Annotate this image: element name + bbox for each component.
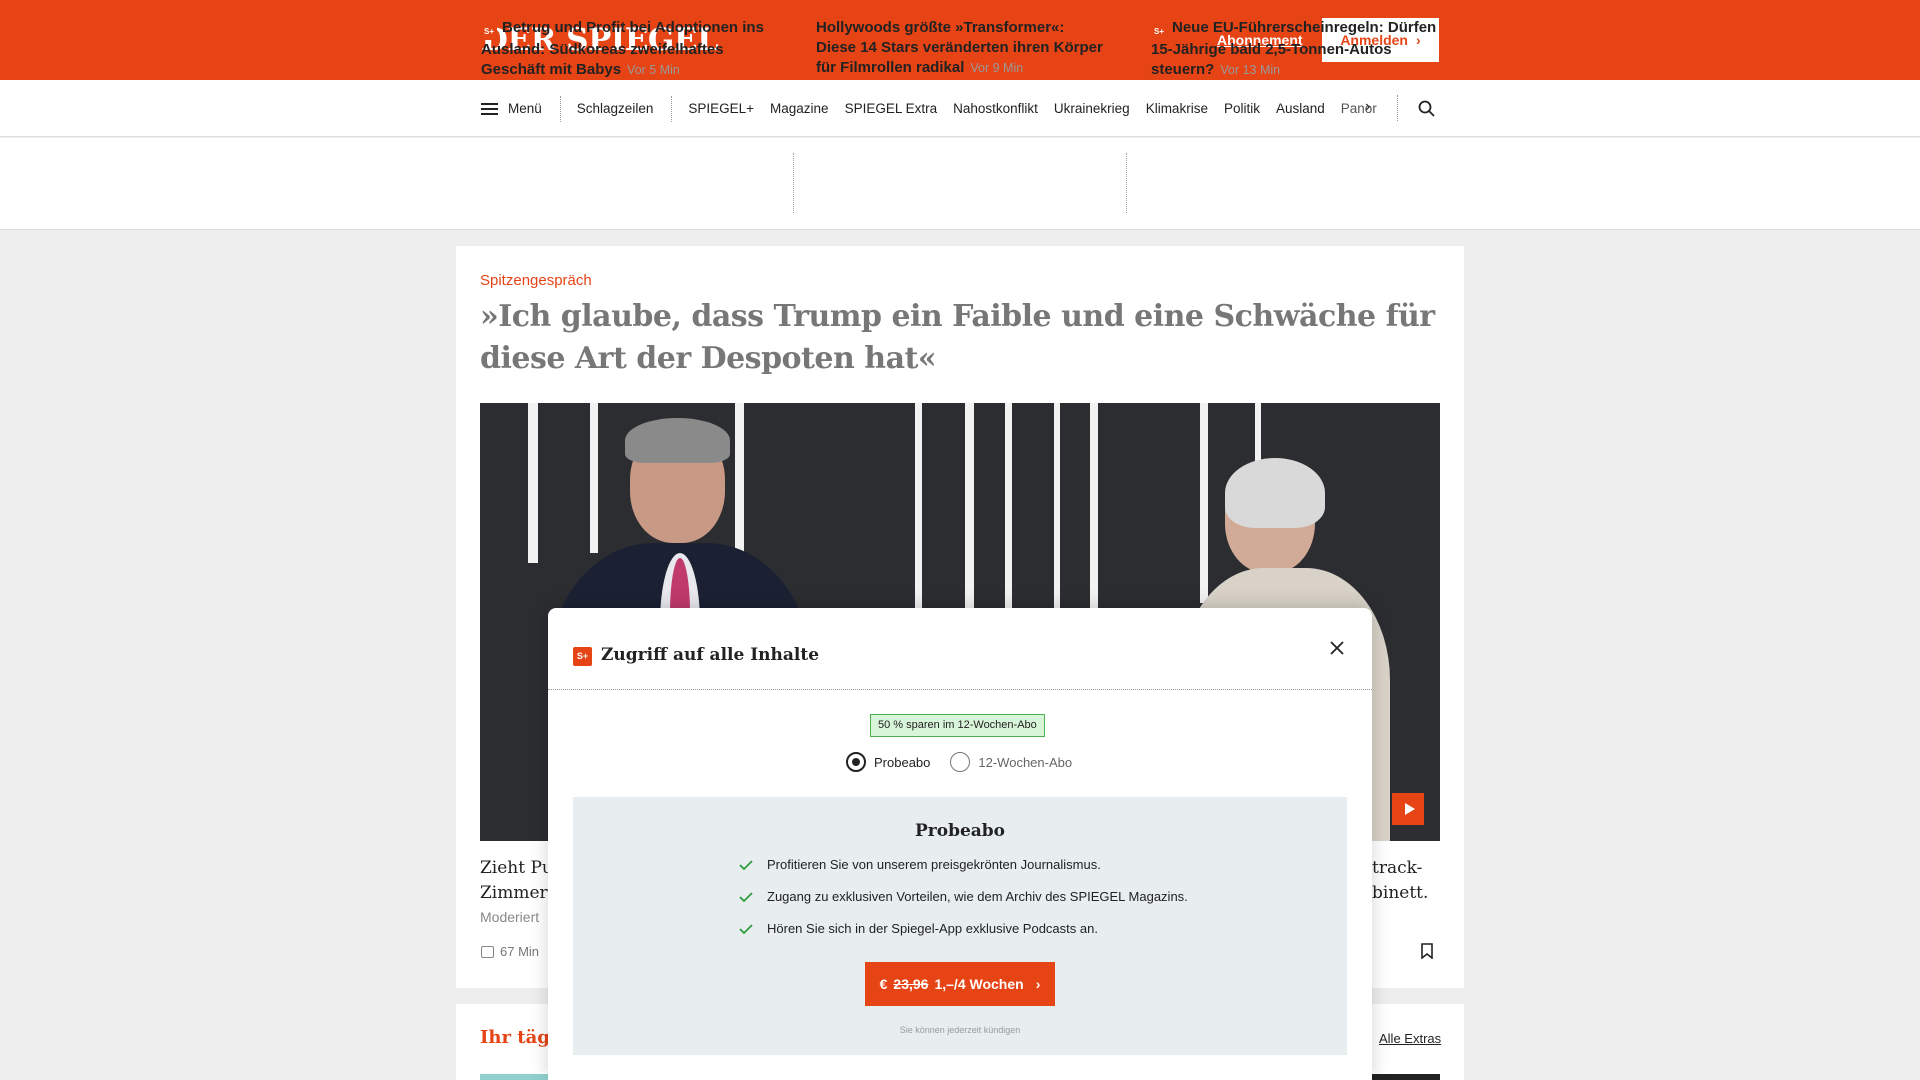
checkmark-icon: [739, 859, 753, 870]
studio-light: [915, 403, 922, 613]
nav-item-panorama[interactable]: Panor: [1333, 101, 1385, 116]
subscription-modal: S+ Zugriff auf alle Inhalte 50 % sparen …: [548, 608, 1372, 1080]
spiegel-plus-badge-icon: S+: [481, 24, 497, 40]
radio-circle: [846, 752, 866, 772]
all-extras-link[interactable]: Alle Extras: [1379, 1031, 1441, 1046]
chevron-right-icon: ›: [1035, 976, 1041, 992]
checkmark-icon: [739, 891, 753, 902]
modal-title: Zugriff auf alle Inhalte: [601, 645, 820, 665]
ticker-title: Neue EU-Führerscheinregeln: Dürfen 15-Jä…: [1151, 19, 1437, 78]
nav-item-spiegel-extra[interactable]: SPIEGEL Extra: [837, 101, 946, 116]
cta-currency: €: [879, 976, 888, 992]
cta-old-price: 23,96: [893, 976, 929, 992]
ticker-title: Betrug und Profit bei Adoptionen ins Aus…: [481, 19, 764, 78]
subscribe-button[interactable]: € 23,96 1,–/4 Wochen ›: [865, 962, 1055, 1006]
cta-new-price: 1,–/4 Wochen: [934, 976, 1024, 992]
radio-12-wochen-abo[interactable]: 12-Wochen-Abo: [950, 752, 1072, 772]
main-navigation: Menü Schlagzeilen SPIEGEL+ Magazine SPIE…: [0, 80, 1920, 137]
nav-item-klimakrise[interactable]: Klimakrise: [1138, 101, 1216, 116]
video-play-button[interactable]: [1392, 793, 1424, 825]
spiegel-plus-badge-icon: S+: [573, 647, 592, 666]
duration-label: 67 Min: [500, 944, 540, 959]
menu-button[interactable]: Menü: [481, 101, 560, 116]
ticker-item[interactable]: Hollywoods größte »Transformer«: Diese 1…: [816, 18, 1106, 78]
ticker-time: Vor 9 Min: [970, 61, 1024, 75]
radio-label: Probeabo: [874, 754, 931, 770]
teaser-line: Zimmerr: [480, 883, 550, 903]
teaser-line: binett.: [1372, 883, 1429, 903]
ticker-divider: [1126, 153, 1127, 213]
extras-title: Ihr täglic: [480, 1027, 550, 1048]
plan-details: Probeabo Profitieren Sie von unserem pre…: [573, 797, 1347, 1055]
ticker-divider: [793, 153, 794, 213]
article-kicker[interactable]: Spitzengespräch: [480, 272, 592, 289]
extras-thumbnail[interactable]: [480, 1074, 550, 1080]
studio-light: [965, 403, 974, 613]
teaser-line: Zieht Pu: [480, 858, 550, 878]
feature-item: Zugang zu exklusiven Vorteilen, wie dem …: [739, 889, 1188, 904]
modal-header: S+ Zugriff auf alle Inhalte: [548, 608, 1372, 690]
ticker-time: Vor 5 Min: [627, 63, 680, 77]
feature-text: Hören Sie sich in der Spiegel-App exklus…: [767, 921, 1098, 936]
nav-item-spiegel-plus[interactable]: SPIEGEL+: [672, 101, 762, 116]
plan-title: Probeabo: [914, 821, 1006, 841]
hamburger-icon: [481, 102, 498, 115]
close-icon[interactable]: [1325, 636, 1349, 660]
nav-item-ukrainekrieg[interactable]: Ukrainekrieg: [1046, 101, 1138, 116]
nav-item-schlagzeilen[interactable]: Schlagzeilen: [561, 101, 672, 116]
studio-light: [1054, 403, 1060, 613]
feature-text: Profitieren Sie von unserem preisgekrönt…: [767, 857, 1101, 872]
article-headline[interactable]: »Ich glaube, dass Trump ein Faible und e…: [480, 296, 1450, 380]
video-icon: [481, 945, 494, 958]
person-left-hair: [625, 418, 730, 463]
ticker-item[interactable]: S+ Neue EU-Führerscheinregeln: Dürfen 15-…: [1151, 18, 1441, 80]
article-teaser-right: track- binett.: [1372, 856, 1442, 906]
ticker-time: Vor 13 Min: [1220, 63, 1281, 77]
radio-probeabo[interactable]: Probeabo: [846, 752, 930, 772]
nav-divider: [1397, 95, 1398, 121]
spiegel-plus-badge-icon: S+: [1151, 24, 1167, 40]
nav-scroll-right-icon[interactable]: ›: [1365, 98, 1370, 116]
savings-badge: 50 % sparen im 12-Wochen-Abo: [870, 714, 1045, 737]
studio-light: [590, 403, 598, 553]
radio-label: 12-Wochen-Abo: [978, 754, 1073, 770]
search-icon[interactable]: [1418, 100, 1435, 117]
teaser-line: track-: [1372, 858, 1423, 878]
nav-item-politik[interactable]: Politik: [1216, 101, 1268, 116]
feature-text: Zugang zu exklusiven Vorteilen, wie dem …: [767, 889, 1188, 904]
studio-light: [1200, 403, 1208, 603]
duration-info: 67 Min: [481, 944, 539, 959]
bookmark-icon[interactable]: [1421, 943, 1433, 959]
ticker-item[interactable]: S+ Betrug und Profit bei Adoptionen ins A…: [481, 18, 771, 80]
nav-item-ausland[interactable]: Ausland: [1268, 101, 1333, 116]
article-teaser: Zieht Pu Zimmerr: [480, 856, 550, 906]
person-right-hair: [1225, 458, 1325, 528]
plan-selector: Probeabo 12-Wochen-Abo: [846, 752, 1072, 772]
feature-item: Profitieren Sie von unserem preisgekrönt…: [739, 857, 1101, 872]
studio-light: [1090, 403, 1098, 613]
moderator-line: Moderiert: [480, 909, 540, 925]
ticker-title: Hollywoods größte »Transformer«: Diese 1…: [816, 19, 1103, 76]
studio-light: [1005, 403, 1012, 613]
checkmark-icon: [739, 923, 753, 934]
cancel-note: Sie können jederzeit kündigen: [899, 1025, 1021, 1035]
nav-item-nahostkonflikt[interactable]: Nahostkonflikt: [945, 101, 1046, 116]
extras-thumbnail[interactable]: [1370, 1074, 1440, 1080]
nav-item-magazine[interactable]: Magazine: [762, 101, 837, 116]
feature-item: Hören Sie sich in der Spiegel-App exklus…: [739, 921, 1098, 936]
menu-label: Menü: [508, 101, 542, 116]
studio-light: [528, 403, 538, 563]
headline-ticker: [0, 138, 1920, 230]
radio-circle: [950, 752, 971, 772]
